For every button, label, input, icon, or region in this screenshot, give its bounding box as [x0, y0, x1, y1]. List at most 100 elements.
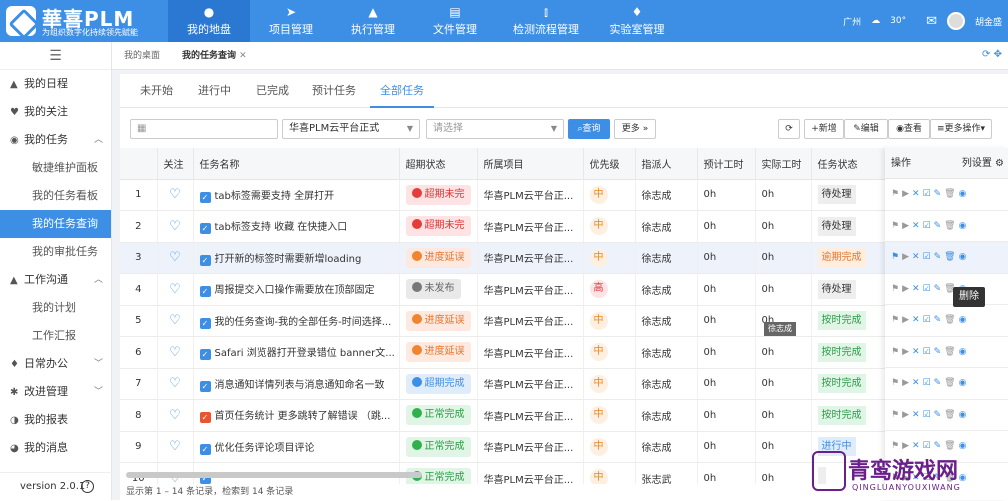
- checkbox-icon[interactable]: ✓: [199, 317, 211, 329]
- col-overdue[interactable]: 超期状态: [399, 148, 478, 180]
- follow-cell[interactable]: ♡: [157, 305, 194, 337]
- delete-icon[interactable]: 🗑: [944, 189, 958, 199]
- play-icon[interactable]: ▶: [902, 284, 912, 294]
- follow-cell[interactable]: ♡: [157, 368, 194, 400]
- flag-icon[interactable]: ⚑: [891, 189, 902, 199]
- flag-icon[interactable]: ⚑: [891, 284, 902, 294]
- nav-item-inspection[interactable]: ⫾ 检测流程管理: [496, 0, 596, 42]
- table-row[interactable]: 7 ♡ ✓ 消息通知详情列表与消息通知命名一致 超期完成 华喜PLM云平台正... 中 徐志成…: [120, 368, 886, 400]
- col-task-name[interactable]: 任务名称: [193, 148, 400, 180]
- close-icon[interactable]: ✕: [912, 378, 923, 388]
- table-row[interactable]: 6 ♡ ✓ Safari 浏览器打开登录错位 banner文... 进度延误 华喜PLM云…: [120, 336, 886, 369]
- delete-icon[interactable]: 🗑: [944, 378, 958, 388]
- help-icon[interactable]: ?: [81, 480, 94, 493]
- follow-cell[interactable]: ♡: [157, 273, 194, 306]
- heart-icon[interactable]: ♡: [169, 282, 181, 297]
- tab-not-started[interactable]: 未开始: [140, 74, 173, 108]
- table-row[interactable]: 8 ♡ ✓ 首页任务统计 更多跳转了解错误 （跳... 正常完成 华喜PLM云平台正...…: [120, 399, 886, 432]
- table-row[interactable]: 9 ♡ ✓ 优化任务评论项目评论 正常完成 华喜PLM云平台正... 中徐志成 0h 0h 进行中: [120, 431, 886, 463]
- edit-icon[interactable]: ✎: [934, 410, 945, 420]
- close-icon[interactable]: ✕: [912, 410, 923, 420]
- heart-icon[interactable]: ♡: [169, 408, 181, 423]
- nav-item-project[interactable]: ➤ 项目管理: [250, 0, 332, 42]
- view-icon[interactable]: ◉: [959, 347, 970, 357]
- task-name-cell[interactable]: ✓ 首页任务统计 更多跳转了解错误 （跳...: [193, 399, 400, 432]
- horizontal-scrollbar[interactable]: [126, 472, 422, 478]
- view-icon[interactable]: ◉: [959, 410, 970, 420]
- view-icon[interactable]: ◉: [959, 221, 970, 231]
- collapse-menu-icon[interactable]: ☰: [0, 42, 111, 70]
- play-icon[interactable]: ▶: [902, 221, 912, 231]
- tab-all-tasks[interactable]: 全部任务: [370, 74, 434, 108]
- sidebar-item-reports[interactable]: ◑ 我的报表: [0, 406, 111, 434]
- sidebar-item-communication[interactable]: ▲ 工作沟通 ︿: [0, 266, 111, 294]
- follow-cell[interactable]: ♡: [157, 399, 194, 432]
- sidebar-item-messages[interactable]: ◕ 我的消息: [0, 434, 111, 462]
- view-icon[interactable]: ◉: [959, 315, 970, 325]
- heart-icon[interactable]: ♡: [169, 313, 181, 328]
- task-name-cell[interactable]: ✓ tab标签支持 收藏 在快捷入口: [193, 210, 400, 243]
- tab-completed[interactable]: 已完成: [256, 74, 289, 108]
- flag-icon[interactable]: ⚑: [891, 378, 902, 388]
- task-name-cell[interactable]: ✓ Safari 浏览器打开登录错位 banner文...: [193, 336, 400, 369]
- col-follow[interactable]: 关注: [157, 148, 194, 180]
- edit-icon[interactable]: ✎: [934, 315, 945, 325]
- view-icon[interactable]: ◉: [959, 378, 970, 388]
- check-icon[interactable]: ☑: [923, 284, 934, 294]
- edit-icon[interactable]: ✎: [934, 378, 945, 388]
- check-icon[interactable]: ☑: [923, 189, 934, 199]
- col-est-hours[interactable]: 预计工时: [697, 148, 756, 180]
- play-icon[interactable]: ▶: [902, 347, 912, 357]
- check-icon[interactable]: ☑: [923, 410, 934, 420]
- nav-item-my-site[interactable]: ● 我的地盘: [168, 0, 250, 42]
- heart-icon[interactable]: ♡: [169, 345, 181, 360]
- sidebar-sub-task-board[interactable]: 我的任务看板: [0, 182, 111, 210]
- checkbox-icon[interactable]: ✓: [199, 380, 211, 392]
- check-icon[interactable]: ☑: [923, 347, 934, 357]
- sidebar-sub-approval[interactable]: 我的审批任务: [0, 238, 111, 266]
- edit-icon[interactable]: ✎: [934, 189, 945, 199]
- close-icon[interactable]: ✕: [912, 284, 923, 294]
- sidebar-item-follow[interactable]: ♥ 我的关注: [0, 98, 111, 126]
- follow-cell[interactable]: ♡: [157, 179, 194, 211]
- check-icon[interactable]: ☑: [923, 315, 934, 325]
- refresh-icon[interactable]: ⟳: [982, 49, 990, 60]
- close-icon[interactable]: ✕: [912, 315, 923, 325]
- tab-task-query[interactable]: 我的任务查询 ✕: [172, 42, 257, 70]
- checkbox-icon[interactable]: ✓: [199, 412, 211, 424]
- tab-in-progress[interactable]: 进行中: [198, 74, 231, 108]
- flag-icon[interactable]: ⚑: [891, 221, 902, 231]
- flag-icon[interactable]: ⚑: [891, 315, 902, 325]
- sidebar-item-office[interactable]: ♦ 日常办公 ﹀: [0, 350, 111, 378]
- col-priority[interactable]: 优先级: [583, 148, 636, 180]
- flag-icon[interactable]: ⚑: [891, 347, 902, 357]
- task-name-cell[interactable]: ✓ tab标签需要支持 全屏打开: [193, 179, 400, 211]
- nav-item-execution[interactable]: ▲ 执行管理: [332, 0, 414, 42]
- view-icon[interactable]: ◉: [959, 189, 970, 199]
- check-icon[interactable]: ☑: [923, 252, 934, 262]
- avatar[interactable]: [946, 12, 965, 30]
- sidebar-sub-agile-board[interactable]: 敏捷维护面板: [0, 154, 111, 182]
- col-project[interactable]: 所属项目: [477, 148, 584, 180]
- follow-cell[interactable]: ♡: [157, 242, 194, 274]
- close-icon[interactable]: ✕: [912, 252, 923, 262]
- check-icon[interactable]: ☑: [923, 378, 934, 388]
- nav-item-lab[interactable]: ♦ 实验室管理: [596, 0, 678, 42]
- edit-icon[interactable]: ✎: [934, 252, 945, 262]
- checkbox-icon[interactable]: ✓: [199, 254, 211, 266]
- sidebar-sub-plan[interactable]: 我的计划: [0, 294, 111, 322]
- project-select[interactable]: 华喜PLM云平台正式 ▼: [282, 119, 420, 139]
- col-act-hours[interactable]: 实际工时: [755, 148, 812, 180]
- sidebar-sub-report[interactable]: 工作汇报: [0, 322, 111, 350]
- table-row[interactable]: 3 ♡ ✓ 打开新的标签时需要新增loading 进度延误 华喜PLM云平台正... 中 徐志…: [120, 242, 886, 274]
- checkbox-icon[interactable]: ✓: [199, 349, 211, 361]
- refresh-button[interactable]: ⟳: [778, 119, 800, 139]
- edit-icon[interactable]: ✎: [934, 347, 945, 357]
- delete-icon[interactable]: 🗑: [944, 221, 958, 231]
- view-button[interactable]: ◉查看: [888, 119, 930, 139]
- follow-cell[interactable]: ♡: [157, 210, 194, 243]
- play-icon[interactable]: ▶: [902, 410, 912, 420]
- heart-icon[interactable]: ♡: [169, 439, 181, 454]
- task-name-cell[interactable]: ✓ 消息通知详情列表与消息通知命名一致: [193, 368, 400, 400]
- close-icon[interactable]: ✕: [912, 347, 923, 357]
